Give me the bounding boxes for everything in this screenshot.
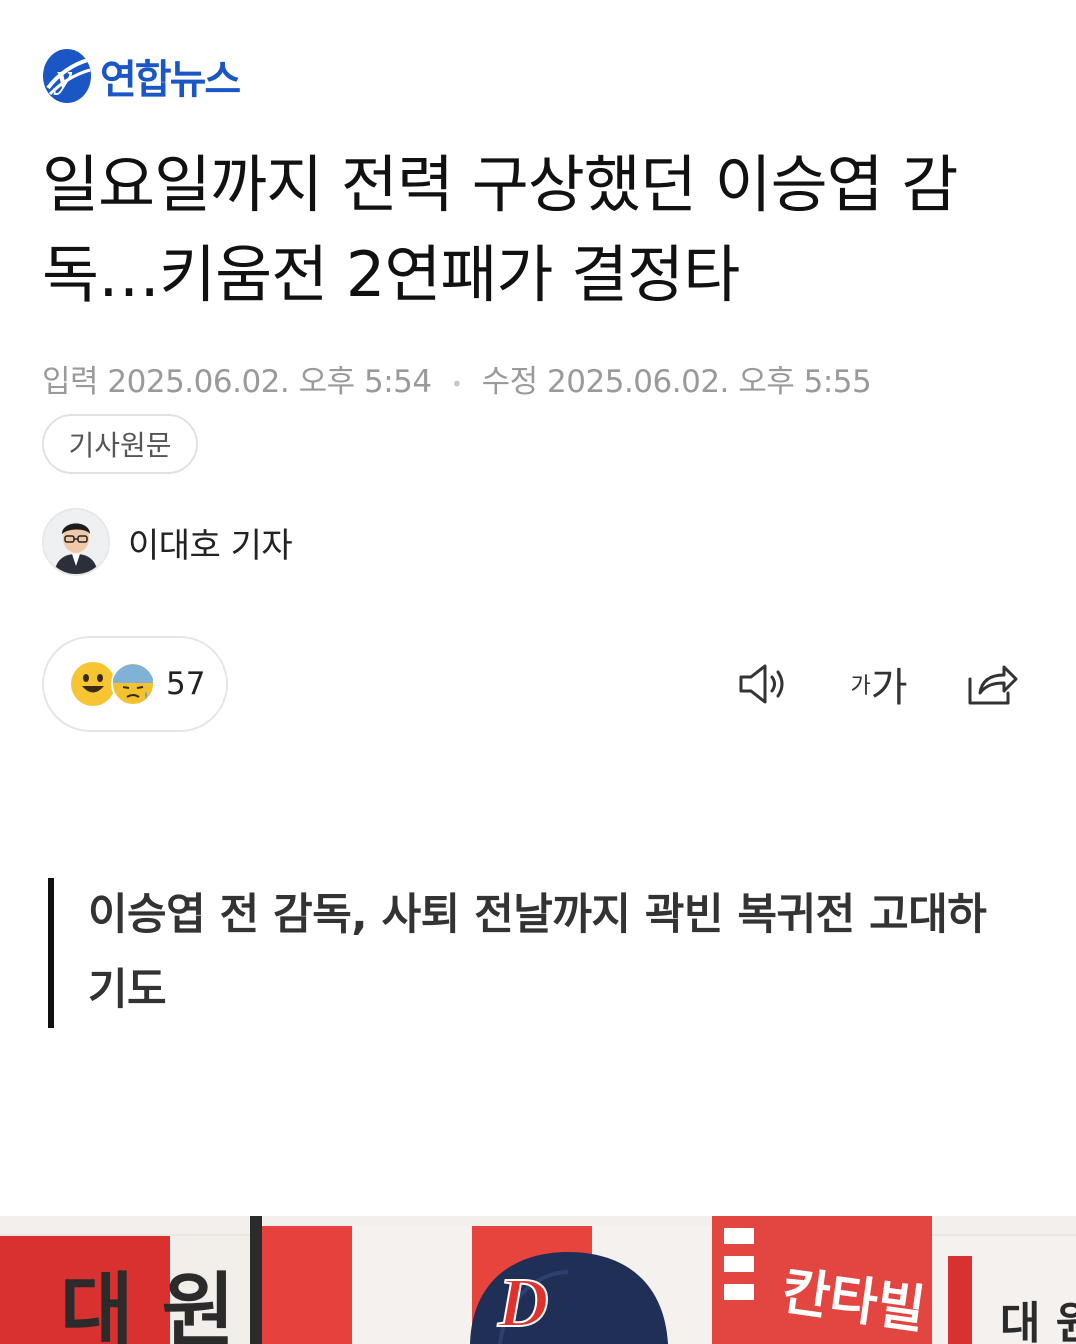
reporter-name: 이대호 기자 (128, 525, 293, 566)
input-label: 입력 (42, 364, 99, 400)
font-large-glyph: 가 (870, 665, 908, 711)
sad-emoji-icon (111, 662, 155, 706)
yonhap-globe-icon: y (43, 49, 91, 103)
reaction-button[interactable]: 57 (42, 636, 228, 732)
reporter-byline[interactable]: 이대호 기자 (42, 508, 293, 576)
font-small-glyph: 가 (850, 674, 871, 699)
article-subheadline: 이승엽 전 감독, 사퇴 전날까지 곽빈 복귀전 고대하기도 (48, 878, 988, 1028)
photo-sign-far-right: 대 원 (1000, 1298, 1076, 1344)
share-button[interactable] (958, 656, 1022, 712)
article-timestamps: 입력 2025.06.02. 오후 5:54 • 수정 2025.06.02. … (42, 356, 872, 401)
edit-time: 2025.06.02. 오후 5:55 (547, 364, 872, 400)
article-photo-image: 대 원 칸타빌 대 원 D (0, 1216, 1076, 1344)
reporter-photo-icon (44, 510, 108, 574)
reaction-count: 57 (166, 666, 206, 702)
font-size-button[interactable]: 가가 (844, 656, 914, 712)
article-headline: 일요일까지 전력 구상했던 이승엽 감독…키움전 2연패가 결정타 (42, 148, 958, 311)
input-time: 2025.06.02. 오후 5:54 (107, 364, 432, 400)
separator-dot: • (450, 371, 463, 396)
edit-label: 수정 (481, 364, 539, 400)
brand-name: 연합뉴스 (100, 57, 241, 103)
audio-button[interactable] (732, 656, 796, 712)
yonhap-logo[interactable]: y 연합뉴스 (40, 44, 241, 108)
original-article-button[interactable]: 기사원문 (42, 414, 198, 474)
photo-sign-left: 대 원 (60, 1264, 235, 1344)
article-photo[interactable]: 대 원 칸타빌 대 원 D (0, 1216, 1076, 1344)
share-icon (968, 665, 1018, 705)
reporter-avatar (42, 508, 110, 576)
speaker-icon (739, 664, 784, 704)
cap-logo-letter: D (497, 1265, 549, 1342)
